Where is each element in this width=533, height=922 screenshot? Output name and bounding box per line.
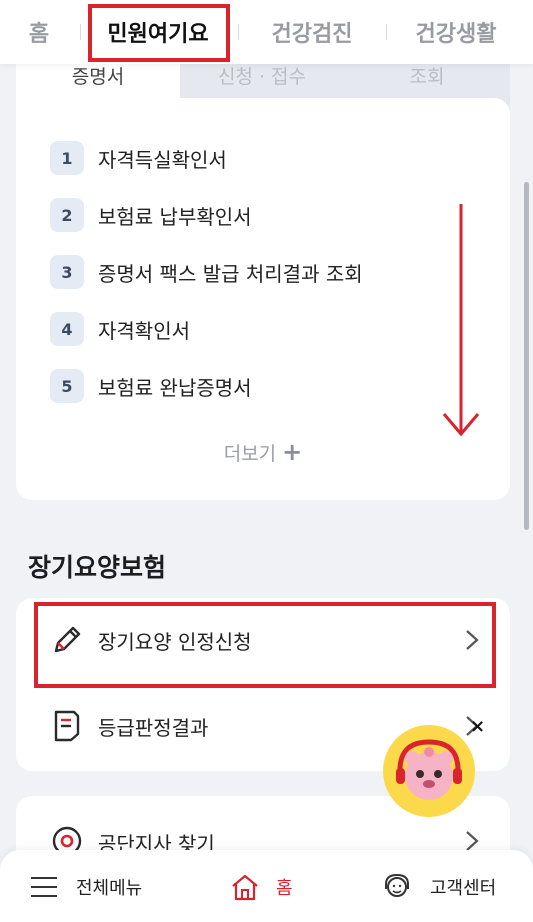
more-label: 더보기 — [223, 443, 277, 465]
list-item-label: 자격확인서 — [98, 318, 190, 343]
tab-divider — [80, 24, 81, 40]
chatbot-mascot-button[interactable] — [382, 724, 476, 818]
customer-center-label: 고객센터 — [430, 878, 497, 899]
tab-health-checkup[interactable]: 건강검진 — [248, 0, 376, 64]
top-navigation: 홈 민원여기요 건강검진 건강생활 — [0, 0, 533, 64]
list-item[interactable]: 3 증명서 팩스 발급 처리결과 조회 — [50, 254, 363, 290]
list-item-label: 증명서 팩스 발급 처리결과 조회 — [98, 261, 363, 286]
list-item-label: 자격득실확인서 — [98, 147, 227, 172]
grade-result-label: 등급판정결과 — [98, 715, 209, 740]
section-title-long-term-care: 장기요양보험 — [28, 553, 167, 582]
customer-center-button[interactable]: 고객센터 — [382, 872, 496, 902]
more-button[interactable]: 더보기 + — [16, 438, 510, 466]
home-label: 홈 — [276, 878, 293, 899]
ltc-application-label: 장기요양 인정신청 — [98, 629, 252, 654]
certificate-list-card: 1 자격득실확인서 2 보험료 납부확인서 3 증명서 팩스 발급 처리결과 조… — [16, 98, 510, 500]
ltc-application-row[interactable]: 장기요양 인정신청 — [16, 598, 510, 682]
all-menu-label: 전체메뉴 — [76, 878, 143, 899]
tab-home[interactable]: 홈 — [0, 0, 78, 64]
home-icon — [232, 874, 258, 901]
tab-healthy-living[interactable]: 건강생활 — [392, 0, 520, 64]
document-icon — [54, 710, 80, 742]
chevron-right-icon — [466, 630, 479, 650]
tab-divider — [238, 24, 239, 40]
number-badge: 1 — [50, 141, 84, 175]
scrollbar[interactable] — [524, 182, 529, 530]
headset-icon — [385, 873, 409, 897]
pencil-icon — [54, 626, 81, 653]
bottom-navigation: 전체메뉴 홈 고객센터 — [0, 850, 533, 922]
list-item-label: 보험료 납부확인서 — [98, 204, 252, 229]
list-item[interactable]: 4 자격확인서 — [50, 311, 190, 347]
number-badge: 5 — [50, 369, 84, 403]
chevron-right-icon — [466, 831, 479, 851]
number-badge: 2 — [50, 198, 84, 232]
tab-civil-service[interactable]: 민원여기요 — [88, 0, 228, 64]
list-item[interactable]: 2 보험료 납부확인서 — [50, 197, 252, 233]
home-button[interactable]: 홈 — [230, 872, 293, 902]
hamburger-menu-icon — [31, 877, 57, 897]
scroll-down-arrow-annotation — [442, 204, 480, 437]
list-item[interactable]: 5 보험료 완납증명서 — [50, 368, 252, 404]
plus-icon: + — [282, 438, 303, 466]
list-item-label: 보험료 완납증명서 — [98, 375, 252, 400]
tab-divider — [386, 24, 387, 40]
close-icon[interactable]: × — [470, 716, 485, 737]
all-menu-button[interactable]: 전체메뉴 — [30, 872, 142, 902]
list-item[interactable]: 1 자격득실확인서 — [50, 140, 227, 176]
number-badge: 4 — [50, 312, 84, 346]
number-badge: 3 — [50, 255, 84, 289]
